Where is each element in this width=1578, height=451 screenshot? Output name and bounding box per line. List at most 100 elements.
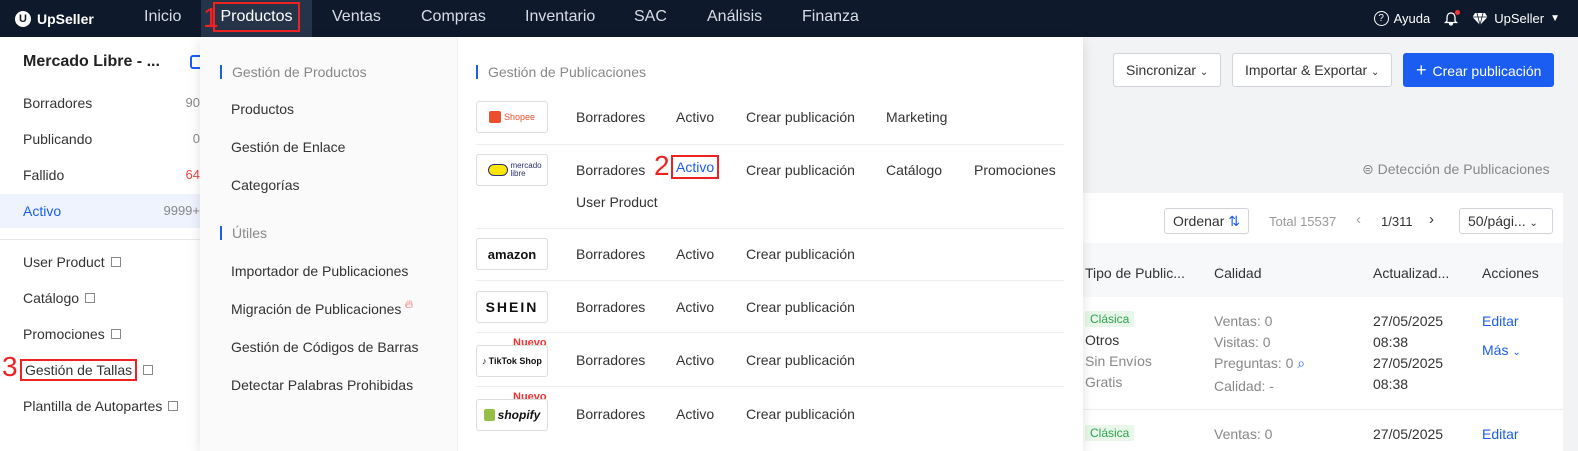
- amazon-crear-link[interactable]: Crear publicación: [746, 246, 855, 262]
- mercado-libre-borradores-link[interactable]: Borradores: [576, 162, 645, 178]
- sync-button[interactable]: Sincronizar ⌄: [1113, 53, 1222, 87]
- sidebar-item-borradores[interactable]: Borradores 90: [0, 86, 200, 120]
- shopee-marketing-link[interactable]: Marketing: [886, 109, 947, 125]
- quality-calidad: Calidad: -: [1214, 378, 1274, 394]
- channel-row-amazon: amazon Borradores Activo Crear publicaci…: [476, 229, 1064, 281]
- nav-inventario[interactable]: Inventario: [525, 0, 595, 37]
- sidebar-link-label: Promociones: [23, 326, 105, 342]
- sidebar-link-gestion-tallas[interactable]: Gestión de Tallas: [0, 353, 200, 387]
- amazon-borradores-link[interactable]: Borradores: [576, 246, 645, 262]
- sidebar-link-user-product[interactable]: User Product: [0, 245, 200, 279]
- mercado-libre-user-product-link[interactable]: User Product: [576, 194, 658, 210]
- listing-type-tag: Clásica: [1085, 425, 1135, 441]
- menu-item-palabras-prohibidas[interactable]: Detectar Palabras Prohibidas: [231, 377, 413, 393]
- shein-borradores-link[interactable]: Borradores: [576, 299, 645, 315]
- menu-item-gestion-enlace[interactable]: Gestión de Enlace: [231, 139, 345, 155]
- per-page-select[interactable]: 50/pági... ⌄: [1459, 208, 1553, 234]
- external-link-icon: [85, 293, 96, 303]
- store-title[interactable]: Mercado Libre - ...: [23, 53, 160, 71]
- column-header-actualizado: Actualizad...: [1373, 265, 1450, 281]
- menu-item-importador[interactable]: Importador de Publicaciones: [231, 263, 408, 279]
- edit-link[interactable]: Editar: [1482, 313, 1519, 329]
- sort-icon: ⇅: [1228, 213, 1240, 229]
- column-header-tipo: Tipo de Public...: [1085, 265, 1185, 281]
- notification-dot: [1455, 9, 1461, 15]
- shopee-activo-link[interactable]: Activo: [676, 109, 714, 125]
- user-label[interactable]: UpSeller: [1494, 11, 1544, 26]
- shopee-logo-text: Shopee: [503, 112, 536, 122]
- help-label[interactable]: Ayuda: [1394, 11, 1431, 26]
- listing-detection-link[interactable]: ⊜ Detección de Publicaciones: [1362, 161, 1550, 178]
- more-actions[interactable]: Más ⌄: [1482, 342, 1521, 358]
- nav-analisis[interactable]: Análisis: [707, 0, 762, 37]
- column-header-calidad: Calidad: [1214, 265, 1262, 281]
- nav-ventas[interactable]: Ventas: [332, 0, 381, 37]
- sidebar-link-plantilla-autopartes[interactable]: Plantilla de Autopartes: [0, 389, 200, 423]
- sidebar-link-promociones[interactable]: Promociones: [0, 317, 200, 351]
- menu-item-codigos-barras[interactable]: Gestión de Códigos de Barras: [231, 339, 419, 355]
- listing-type-line: Otros: [1085, 332, 1120, 348]
- chevron-down-icon[interactable]: ▼: [1550, 13, 1560, 24]
- external-link-icon: [110, 329, 121, 339]
- channel-row-shein: SHEIN Borradores Activo Crear publicació…: [476, 281, 1064, 333]
- sidebar-link-label: Gestión de Tallas: [20, 359, 138, 381]
- create-listing-button[interactable]: + Crear publicación: [1403, 53, 1555, 87]
- menu-item-productos[interactable]: Productos: [231, 101, 294, 117]
- tiktok-borradores-link[interactable]: Borradores: [576, 352, 645, 368]
- mercado-libre-crear-link[interactable]: Crear publicación: [746, 162, 855, 178]
- quality-preguntas: Preguntas: 0 ⌕: [1214, 355, 1305, 372]
- sidebar-item-label: Borradores: [23, 95, 93, 111]
- nav-sac[interactable]: SAC: [634, 0, 667, 37]
- tiktok-crear-link[interactable]: Crear publicación: [746, 352, 855, 368]
- shopify-activo-link[interactable]: Activo: [676, 406, 714, 422]
- shopify-logo: shopify: [476, 399, 548, 431]
- sort-button[interactable]: Ordenar ⇅: [1164, 208, 1249, 234]
- shein-crear-link[interactable]: Crear publicación: [746, 299, 855, 315]
- edit-link[interactable]: Editar: [1482, 426, 1519, 442]
- question-search-icon[interactable]: ⌕: [1297, 355, 1305, 371]
- shopee-crear-link[interactable]: Crear publicación: [746, 109, 855, 125]
- mercado-libre-promociones-link[interactable]: Promociones: [974, 162, 1056, 178]
- section-heading-gestion-productos: Gestión de Productos: [220, 65, 367, 79]
- nav-productos-label: Productos: [213, 2, 300, 32]
- amazon-activo-link[interactable]: Activo: [676, 246, 714, 262]
- productos-dropdown-menu: Gestión de Productos Productos Gestión d…: [200, 37, 1083, 451]
- listing-type-line: Gratis: [1085, 374, 1123, 390]
- row-divider: [1083, 409, 1563, 410]
- sidebar-item-publicando[interactable]: Publicando 0: [0, 122, 200, 156]
- sidebar-item-label: Publicando: [23, 131, 93, 147]
- help-icon[interactable]: ?: [1373, 11, 1389, 26]
- amazon-logo: amazon: [476, 238, 548, 270]
- nav-inicio[interactable]: Inicio: [144, 0, 181, 37]
- shein-activo-link[interactable]: Activo: [676, 299, 714, 315]
- import-export-button[interactable]: Importar & Exportar ⌄: [1232, 53, 1393, 87]
- upseller-logo[interactable]: U UpSeller: [15, 10, 115, 27]
- mercado-libre-catalogo-link[interactable]: Catálogo: [886, 162, 942, 178]
- mercado-libre-activo-link[interactable]: Activo: [671, 155, 720, 179]
- nav-finanza[interactable]: Finanza: [802, 0, 859, 37]
- quality-ventas: Ventas: 0: [1214, 313, 1273, 329]
- shopify-crear-link[interactable]: Crear publicación: [746, 406, 855, 422]
- menu-item-categorias[interactable]: Categorías: [231, 177, 299, 193]
- tiktok-icon: ♪: [482, 356, 487, 366]
- chevron-down-icon: ⌄: [1529, 218, 1538, 229]
- detection-label: Detección de Publicaciones: [1377, 161, 1550, 177]
- menu-item-migracion[interactable]: Migración de Publicaciones 🔥︎: [231, 297, 413, 318]
- prev-page-icon[interactable]: ‹: [1356, 211, 1361, 228]
- mercado-libre-logo-text: mercado libre: [510, 161, 542, 178]
- sidebar-item-fallido[interactable]: Fallido 64: [0, 158, 200, 192]
- shopee-borradores-link[interactable]: Borradores: [576, 109, 645, 125]
- sidebar-item-activo[interactable]: Activo 9999+: [0, 194, 200, 228]
- page-indicator: 1/311: [1381, 214, 1413, 229]
- next-page-icon[interactable]: ›: [1429, 211, 1434, 228]
- tiktok-activo-link[interactable]: Activo: [676, 352, 714, 368]
- annotation-step-2: 2: [654, 150, 670, 181]
- shopify-borradores-link[interactable]: Borradores: [576, 406, 645, 422]
- sidebar-link-catalogo[interactable]: Catálogo: [0, 281, 200, 315]
- nav-compras[interactable]: Compras: [421, 0, 486, 37]
- bell-icon[interactable]: [1444, 9, 1461, 26]
- nav-right-area: ? Ayuda UpSeller ▼: [1373, 0, 1560, 37]
- logo-text: UpSeller: [37, 10, 94, 27]
- sidebar-item-count: 64: [185, 167, 200, 182]
- channel-row-tiktok: Nuevo ♪ TikTok Shop Borradores Activo Cre…: [476, 333, 1064, 387]
